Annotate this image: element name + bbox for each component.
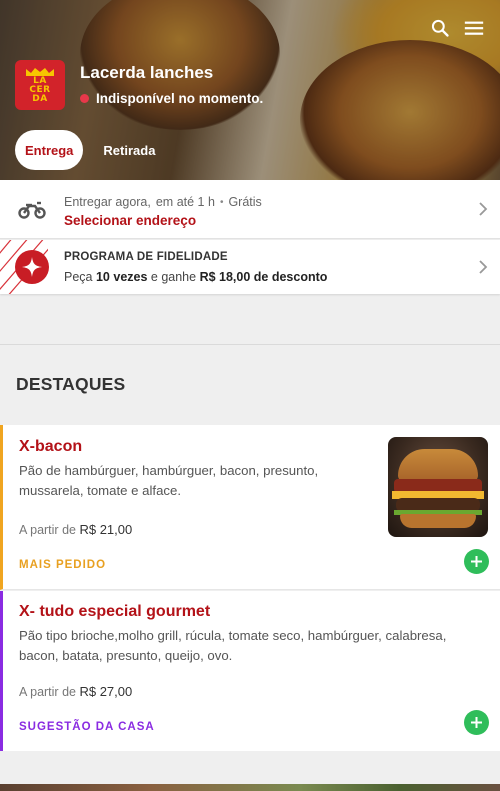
next-section-banner	[0, 784, 500, 791]
plus-icon	[471, 717, 482, 728]
section-title-destaques: DESTAQUES	[16, 374, 126, 394]
product-tag: SUGESTÃO DA CASA	[19, 721, 155, 733]
status-dot-icon	[80, 94, 89, 103]
product-card[interactable]: X- tudo especial gourmet Pão tipo brioch…	[0, 591, 500, 751]
product-card[interactable]: X-bacon Pão de hambúrguer, hambúrguer, b…	[0, 425, 500, 590]
loyalty-reward: R$ 18,00 de desconto	[199, 270, 328, 284]
product-price: A partir de R$ 27,00	[19, 684, 133, 699]
header-actions	[428, 16, 486, 40]
chevron-right-icon	[479, 260, 488, 274]
product-name: X-bacon	[19, 438, 83, 455]
delivery-info: Entregar agora, em até 1 h • Grátis	[64, 195, 262, 209]
product-tag: MAIS PEDIDO	[19, 559, 107, 571]
crown-icon	[26, 67, 54, 76]
tab-retirada[interactable]: Retirada	[93, 130, 165, 170]
product-name: X- tudo especial gourmet	[19, 603, 211, 620]
add-to-cart-button[interactable]	[464, 710, 489, 735]
add-to-cart-button[interactable]	[464, 549, 489, 574]
star-badge-icon	[15, 250, 49, 284]
logo-text: LA CER DA	[29, 75, 51, 104]
delivery-eta: em até 1 h	[155, 195, 215, 209]
store-logo: LA CER DA	[15, 60, 65, 110]
chevron-right-icon	[479, 202, 488, 216]
product-image	[388, 437, 488, 537]
delivery-mode-toggle: Entrega Retirada	[15, 130, 165, 170]
loyalty-description: Peça 10 vezes e ganhe R$ 18,00 de descon…	[64, 270, 328, 284]
product-description: Pão de hambúrguer, hambúrguer, bacon, pr…	[19, 463, 319, 498]
loyalty-title: PROGRAMA DE FIDELIDADE	[64, 251, 228, 263]
loyalty-program-row[interactable]	[0, 240, 500, 294]
store-status: Indisponível no momento.	[80, 91, 263, 106]
status-text: Indisponível no momento.	[96, 91, 264, 106]
loyalty-count: 10 vezes	[95, 270, 148, 284]
select-address-link[interactable]: Selecionar endereço	[64, 213, 196, 228]
plus-icon	[471, 556, 482, 567]
delivery-address-row[interactable]	[0, 180, 500, 239]
store-name: Lacerda lanches	[80, 63, 214, 82]
motorcycle-icon	[18, 201, 46, 219]
section-divider	[0, 344, 500, 345]
delivery-fee: Grátis	[228, 195, 262, 209]
menu-icon[interactable]	[462, 16, 486, 40]
search-icon[interactable]	[428, 16, 452, 40]
delivery-when: Entregar agora,	[64, 195, 151, 209]
price-value: R$ 21,00	[79, 522, 133, 537]
separator-dot: •	[219, 196, 224, 208]
tab-entrega[interactable]: Entrega	[15, 130, 84, 170]
price-value: R$ 27,00	[79, 684, 133, 699]
product-description: Pão tipo brioche,molho grill, rúcula, to…	[19, 628, 447, 663]
product-price: A partir de R$ 21,00	[19, 522, 133, 537]
